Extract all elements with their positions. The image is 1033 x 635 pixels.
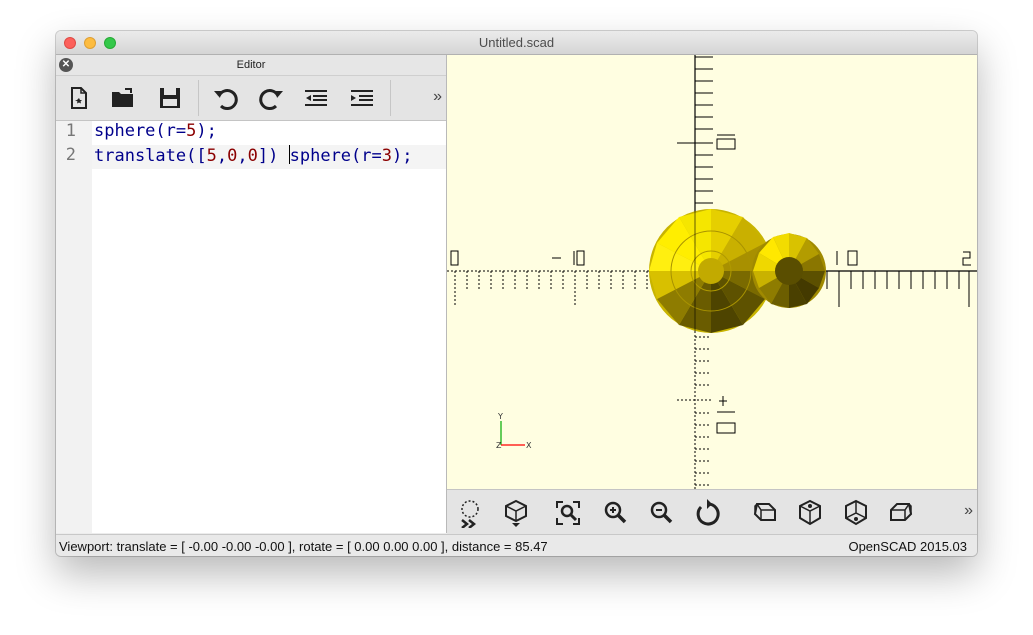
save-icon[interactable] [156, 85, 184, 111]
window-title: Untitled.scad [478, 35, 555, 50]
code-editor[interactable]: 1 2 sphere(r=5); translate([5,0,0]) sphe… [56, 121, 446, 533]
view-toolbar-overflow-button[interactable]: » [964, 502, 973, 520]
indent-icon[interactable] [348, 85, 376, 111]
3d-viewport[interactable]: Y Z X [447, 55, 977, 489]
view-right-icon[interactable] [749, 498, 779, 528]
y-axis-negative-ticks [677, 336, 711, 486]
version-label: OpenSCAD 2015.03 [848, 539, 967, 554]
viewport-status-text: Viewport: translate = [ -0.00 -0.00 -0.0… [59, 539, 548, 554]
line-number-gutter [56, 121, 92, 533]
editor-panel: ✕ Editor » 1 2 sphere(r=5); translate([5… [56, 55, 447, 533]
editor-toolbar: » [56, 76, 446, 121]
gizmo-label-y: Y [497, 412, 503, 421]
undo-icon[interactable] [212, 85, 240, 111]
view-left-icon[interactable] [887, 498, 917, 528]
status-bar: Viewport: translate = [ -0.00 -0.00 -0.0… [56, 534, 977, 556]
unindent-icon[interactable] [302, 85, 330, 111]
editor-header: ✕ Editor [56, 55, 446, 76]
toolbar-separator [390, 80, 391, 116]
new-file-icon[interactable] [64, 85, 92, 111]
x-axis-ticks [814, 271, 970, 307]
view-toolbar: » [447, 489, 977, 534]
view-all-icon[interactable] [553, 498, 583, 528]
editor-title: Editor [236, 59, 266, 71]
x-axis-negative-ticks [454, 271, 648, 307]
line-number: 1 [65, 121, 76, 141]
view-bottom-icon[interactable] [841, 498, 871, 528]
gizmo-label-x: X [526, 441, 532, 450]
code-line-2[interactable]: translate([5,0,0]) sphere(r=3); [94, 145, 413, 166]
open-folder-icon[interactable] [109, 85, 137, 111]
code-line-1[interactable]: sphere(r=5); [94, 121, 217, 141]
toolbar-overflow-button[interactable]: » [433, 88, 442, 106]
zoom-in-icon[interactable] [600, 498, 630, 528]
main-window: Untitled.scad ✕ Editor » 1 2 sphere(r=5)… [56, 31, 977, 556]
axis-gizmo [500, 421, 525, 446]
render-icon[interactable] [501, 498, 531, 528]
gizmo-label-z: Z [496, 441, 502, 450]
reset-view-icon[interactable] [693, 498, 723, 528]
zoom-out-icon[interactable] [646, 498, 676, 528]
line-number: 2 [65, 145, 76, 165]
viewport-canvas: Y Z X [447, 55, 977, 489]
toolbar-separator [198, 80, 199, 116]
view-top-icon[interactable] [795, 498, 825, 528]
preview-icon[interactable] [455, 498, 485, 528]
title-bar: Untitled.scad [56, 31, 977, 55]
redo-icon[interactable] [257, 85, 285, 111]
